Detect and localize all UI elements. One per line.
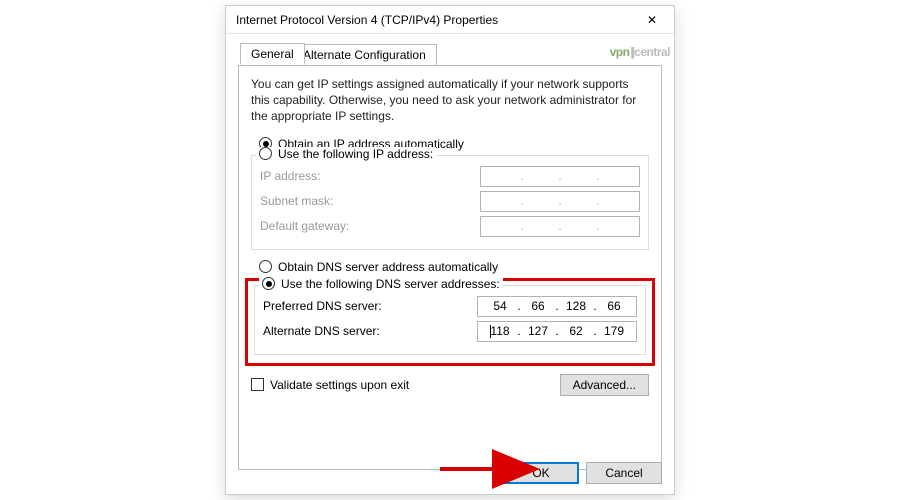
dns-manual-fieldset: Use the following DNS server addresses: …: [254, 285, 646, 355]
subnet-mask-input: ...: [480, 191, 640, 212]
radio-dns-auto[interactable]: Obtain DNS server address automatically: [259, 260, 649, 274]
validate-checkbox[interactable]: Validate settings upon exit: [251, 378, 409, 392]
tab-general[interactable]: General: [240, 43, 305, 65]
dialog-buttons: OK Cancel: [503, 462, 662, 484]
validate-label: Validate settings upon exit: [270, 378, 409, 392]
titlebar: Internet Protocol Version 4 (TCP/IPv4) P…: [226, 6, 674, 34]
radio-dns-manual[interactable]: Use the following DNS server addresses:: [259, 277, 503, 291]
intro-text: You can get IP settings assigned automat…: [251, 76, 649, 125]
ip-address-label: IP address:: [260, 169, 320, 183]
ip-address-input: ...: [480, 166, 640, 187]
window-title: Internet Protocol Version 4 (TCP/IPv4) P…: [236, 13, 630, 27]
ip-manual-fieldset: Use the following IP address: IP address…: [251, 155, 649, 250]
radio-label: Obtain DNS server address automatically: [278, 260, 498, 274]
advanced-button[interactable]: Advanced...: [560, 374, 649, 396]
radio-label: Use the following IP address:: [278, 147, 433, 161]
radio-icon: [259, 260, 272, 273]
radio-icon: [262, 277, 275, 290]
close-button[interactable]: ✕: [630, 6, 674, 34]
alternate-dns-label: Alternate DNS server:: [263, 324, 380, 338]
default-gateway-input: ...: [480, 216, 640, 237]
preferred-dns-label: Preferred DNS server:: [263, 299, 382, 313]
default-gateway-label: Default gateway:: [260, 219, 349, 233]
highlight-annotation: Use the following DNS server addresses: …: [245, 278, 655, 366]
dialog-window: Internet Protocol Version 4 (TCP/IPv4) P…: [225, 5, 675, 495]
radio-ip-manual[interactable]: Use the following IP address:: [256, 147, 436, 161]
alternate-dns-input[interactable]: 118. 127. 62. 179: [477, 321, 637, 342]
tab-general-panel: You can get IP settings assigned automat…: [238, 66, 662, 470]
dialog-content: General Alternate Configuration You can …: [226, 34, 674, 480]
cancel-button[interactable]: Cancel: [586, 462, 662, 484]
checkbox-icon: [251, 378, 264, 391]
ok-button[interactable]: OK: [503, 462, 579, 484]
tab-alternate-config[interactable]: Alternate Configuration: [292, 44, 437, 66]
tab-bar: General Alternate Configuration: [238, 42, 662, 66]
preferred-dns-input[interactable]: 54. 66. 128. 66: [477, 296, 637, 317]
radio-icon: [259, 147, 272, 160]
close-icon: ✕: [647, 13, 657, 27]
radio-label: Use the following DNS server addresses:: [281, 277, 500, 291]
subnet-mask-label: Subnet mask:: [260, 194, 333, 208]
